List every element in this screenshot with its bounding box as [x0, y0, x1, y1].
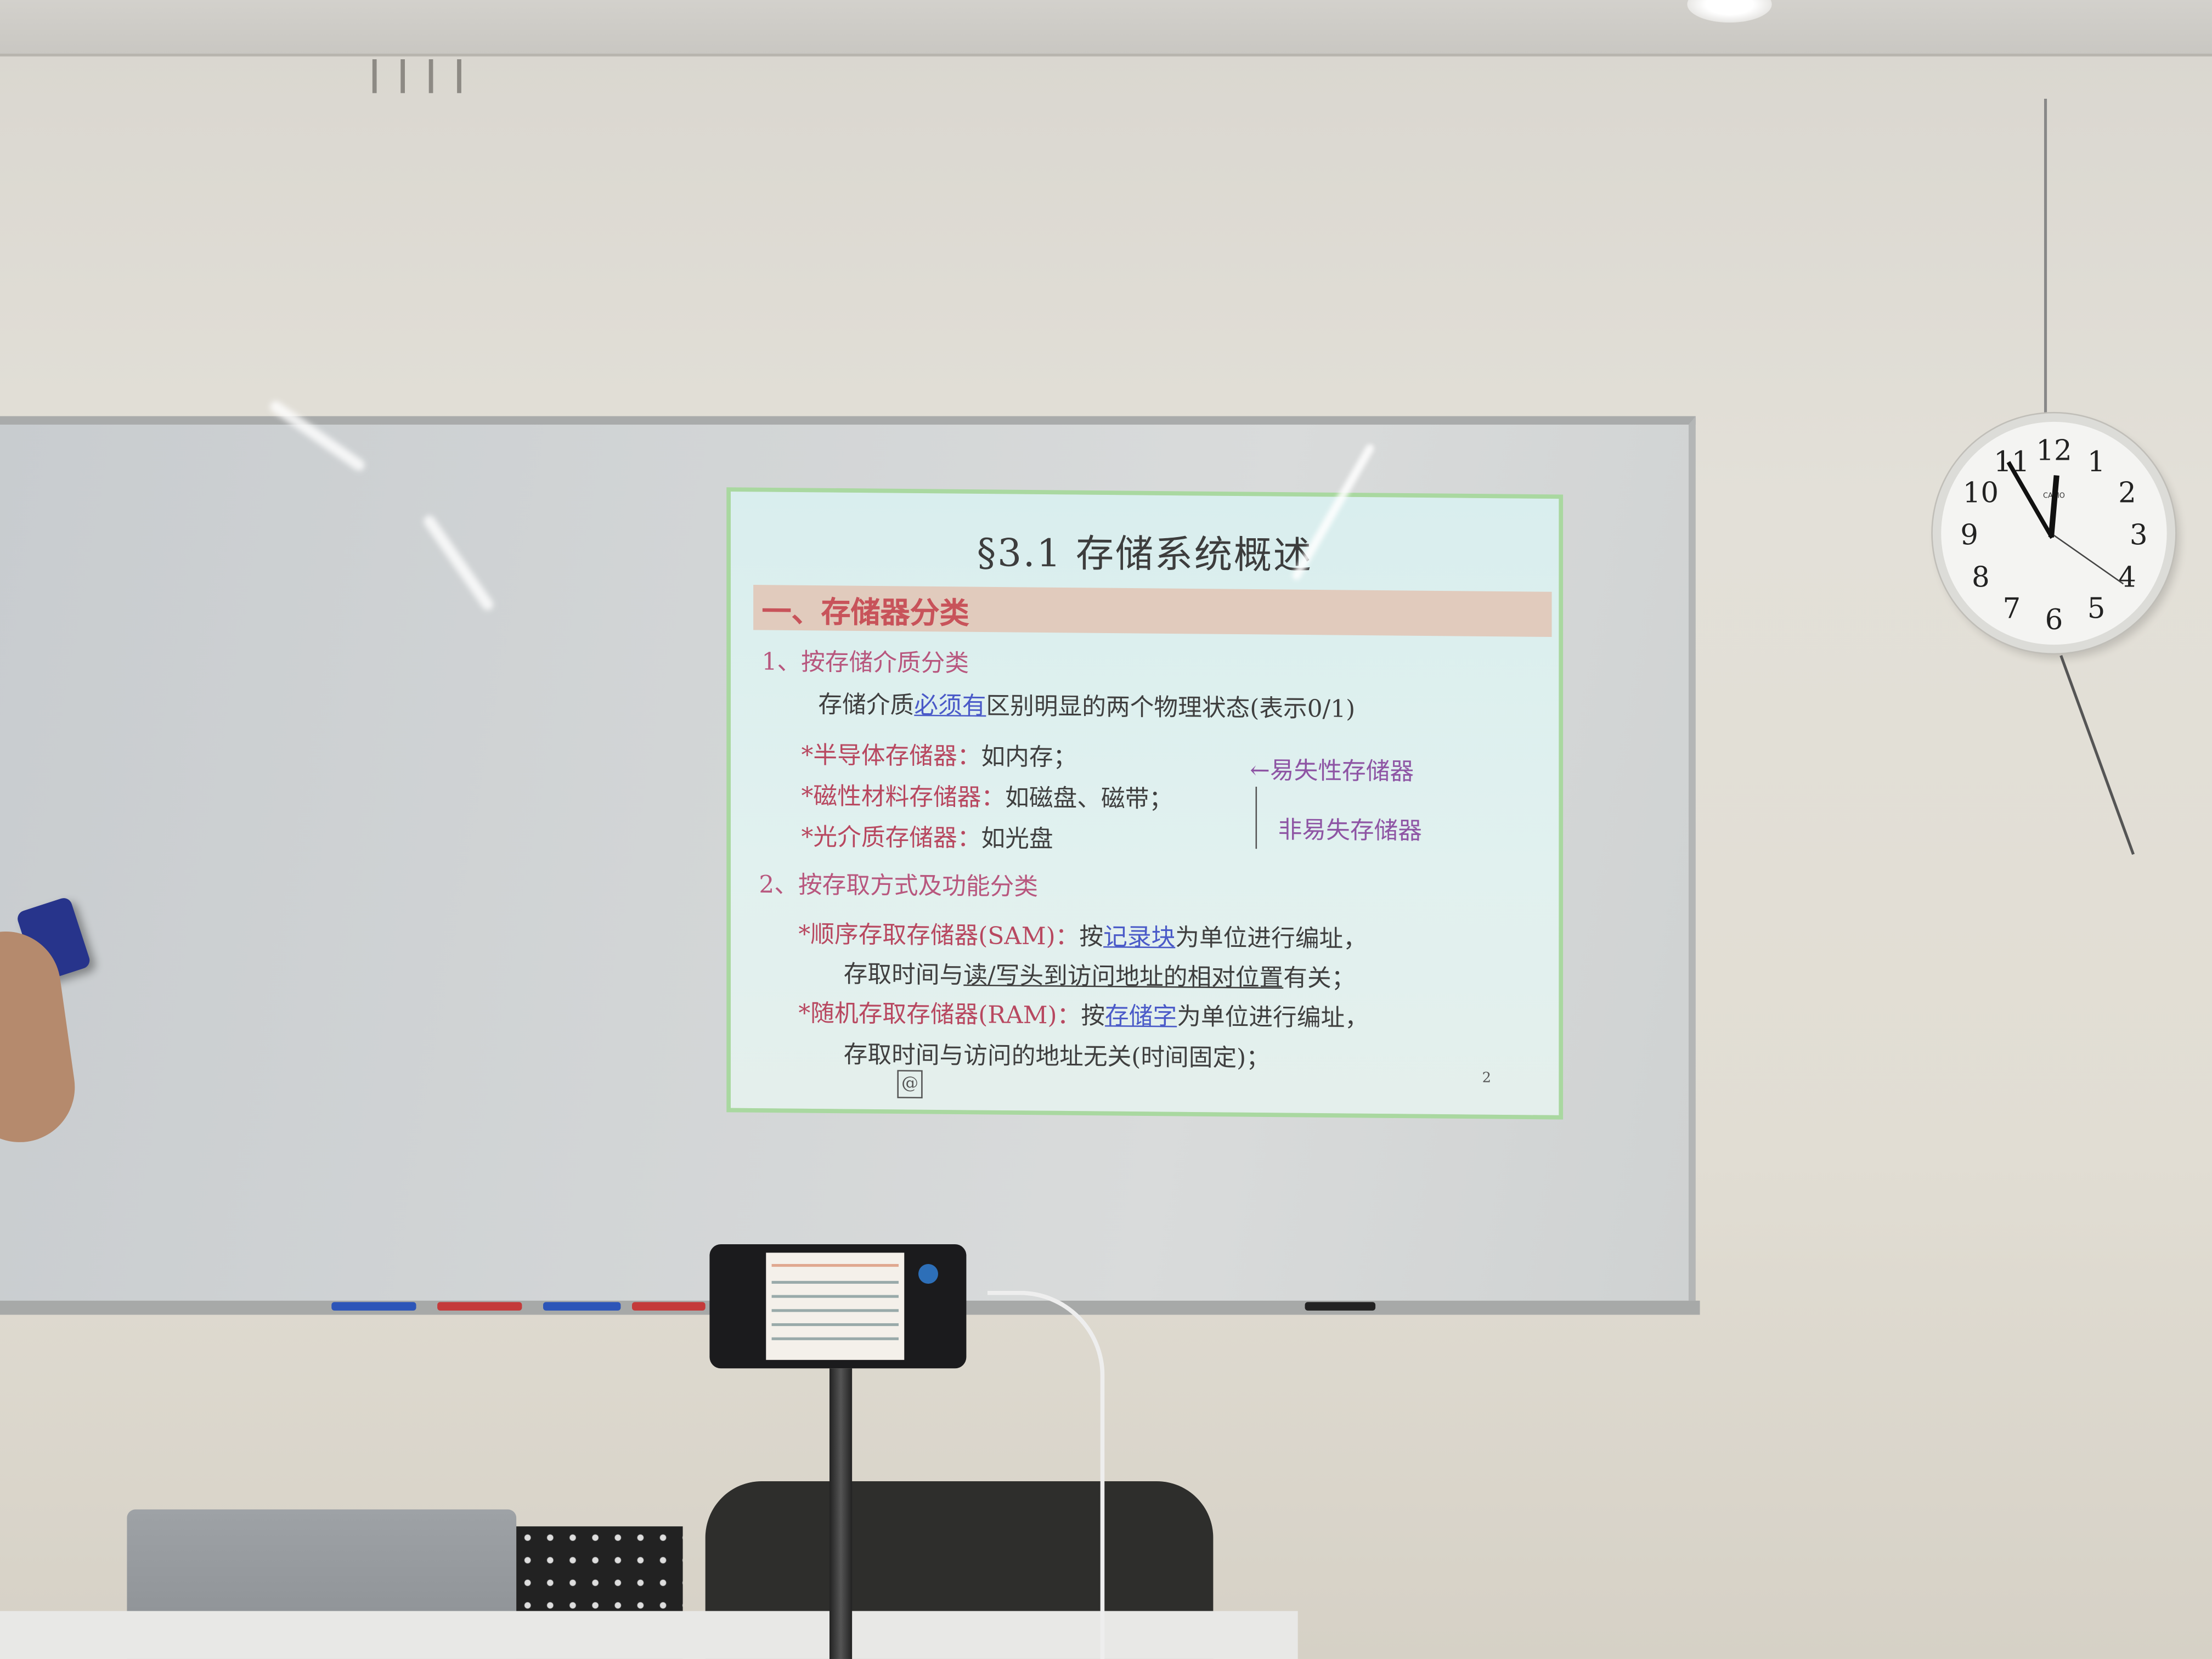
wall-hooks — [372, 59, 466, 96]
classroom-photo: §3.1 存储系统概述 一、存储器分类 1、按存储介质分类 存储介质必须有区别明… — [0, 0, 2212, 1659]
clock-numeral: 3 — [2129, 517, 2148, 552]
smartphone — [709, 1244, 967, 1369]
clock-wire — [2044, 98, 2047, 416]
hook — [428, 59, 433, 93]
clock-numeral: 8 — [1971, 560, 1990, 594]
media-example: 如内存； — [981, 743, 1077, 773]
charging-cable — [987, 1290, 1105, 1659]
screen-line — [771, 1309, 899, 1312]
page-number: 2 — [1482, 1070, 1491, 1087]
text: 区别明显的两个物理状态(表示0/1) — [986, 692, 1356, 724]
red-marker — [631, 1302, 706, 1311]
hook — [372, 59, 377, 93]
clock-numeral: 5 — [2087, 591, 2106, 625]
media-name: *光介质存储器： — [801, 823, 981, 854]
screen-line — [771, 1323, 899, 1327]
clock-numeral: 9 — [1960, 517, 1979, 552]
clock-cord — [2059, 654, 2135, 855]
text: 按 — [1079, 923, 1104, 952]
blue-marker — [543, 1302, 621, 1311]
text: 存取时间与 — [843, 961, 964, 990]
brace — [1255, 787, 1266, 849]
slide-title: §3.1 存储系统概述 — [977, 532, 1313, 579]
hour-hand — [2048, 475, 2059, 538]
sam-name: *顺序存取存储器(SAM)： — [798, 921, 1080, 952]
sam-line: *顺序存取存储器(SAM)：按记录块为单位进行编址， — [798, 914, 1367, 954]
phone-screen — [766, 1252, 905, 1360]
clock-numeral: 11 — [1994, 444, 2030, 478]
section-heading: 一、存储器分类 — [761, 593, 969, 631]
screen-line — [771, 1295, 899, 1298]
media-name: *半导体存储器： — [801, 742, 981, 772]
text: 为单位进行编址， — [1175, 924, 1367, 955]
text: 为单位进行编址， — [1177, 1003, 1369, 1034]
screen-line — [771, 1280, 899, 1284]
volatile-label: ←易失性存储器 — [1250, 757, 1414, 787]
ram-line-2: 存取时间与访问的地址无关(时间固定)； — [843, 1041, 1270, 1074]
screen-line — [771, 1337, 899, 1340]
media-item: *半导体存储器：如内存； — [802, 735, 1077, 772]
intro-line: 存储介质必须有区别明显的两个物理状态(表示0/1) — [818, 684, 1355, 724]
text: 按 — [1081, 1002, 1105, 1031]
red-marker — [437, 1302, 522, 1311]
media-item: *磁性材料存储器：如磁盘、磁带； — [802, 776, 1173, 814]
black-marker — [1305, 1302, 1376, 1311]
clock-numeral: 6 — [2045, 602, 2063, 636]
text: 有关； — [1283, 964, 1356, 994]
emphasis-text: 读/写头到访问地址的相对位置 — [963, 962, 1284, 993]
ceiling — [0, 0, 2212, 57]
emphasis-text: 必须有 — [914, 692, 986, 721]
media-item: *光介质存储器：如光盘 — [802, 817, 1053, 854]
emphasis-text: 存储字 — [1105, 1002, 1177, 1032]
record-indicator-icon — [918, 1263, 938, 1284]
projected-slide: §3.1 存储系统概述 一、存储器分类 1、按存储介质分类 存储介质必须有区别明… — [726, 487, 1564, 1120]
clock-numeral: 1 — [2087, 444, 2106, 478]
phone-stand — [818, 1368, 863, 1659]
text: 存储介质 — [818, 691, 915, 720]
ram-line: *随机存取存储器(RAM)：按存储字为单位进行编址， — [798, 993, 1368, 1033]
clock-numeral: 10 — [1962, 475, 1999, 510]
media-name: *磁性材料存储器： — [801, 782, 1006, 813]
slide-logo-icon: @ — [897, 1070, 923, 1099]
emphasis-text: 记录块 — [1103, 923, 1176, 953]
section-band: 一、存储器分类 — [753, 585, 1552, 637]
hook — [400, 59, 405, 93]
sam-line-2: 存取时间与读/写头到访问地址的相对位置有关； — [844, 954, 1356, 994]
subsection-heading: 1、按存储介质分类 — [761, 648, 969, 679]
nonvolatile-label: 非易失存储器 — [1278, 816, 1422, 847]
media-example: 如磁盘、磁带； — [1005, 785, 1173, 815]
hook — [457, 59, 461, 93]
clock-numeral: 2 — [2118, 475, 2136, 510]
blue-marker — [331, 1302, 416, 1311]
clock-numeral: 12 — [2036, 433, 2072, 467]
wall-clock: CASIO 121234567891011 — [1932, 413, 2176, 653]
ram-name: *随机存取存储器(RAM)： — [798, 1000, 1081, 1031]
second-hand — [2053, 534, 2124, 585]
screen-line — [771, 1263, 899, 1267]
stand-pole — [829, 1368, 853, 1659]
clock-numeral: 4 — [2118, 560, 2136, 594]
subsection-heading: 2、按存取方式及功能分类 — [759, 871, 1039, 902]
media-example: 如光盘 — [981, 825, 1053, 854]
clock-numeral: 7 — [2002, 591, 2021, 625]
